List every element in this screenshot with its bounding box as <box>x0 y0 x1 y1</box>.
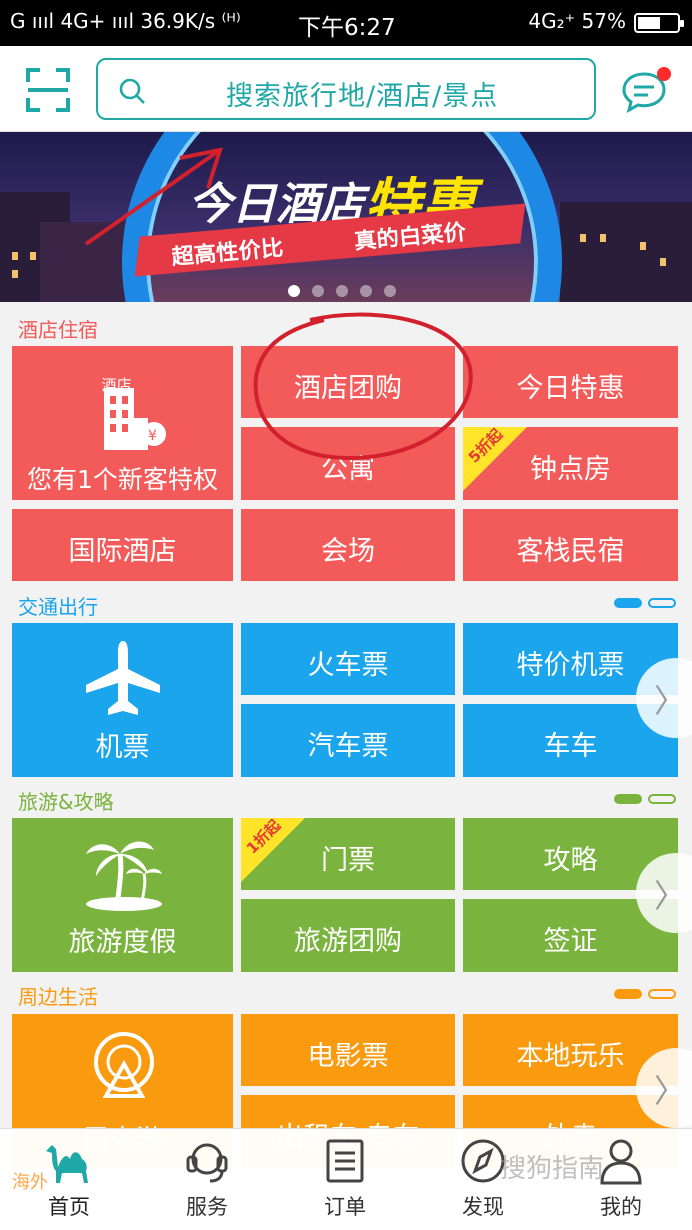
flight-main-label: 机票 <box>95 732 150 763</box>
message-icon[interactable] <box>620 66 672 114</box>
hotel-main-caption: 酒店 <box>101 376 132 394</box>
banner-dot[interactable] <box>288 285 300 297</box>
battery-icon <box>634 13 684 33</box>
banner-dot[interactable] <box>360 285 372 297</box>
banner-dot[interactable] <box>384 285 396 297</box>
hotel-venue-tile[interactable]: 会场 <box>241 509 455 581</box>
search-input[interactable]: 搜索旅行地/酒店/景点 <box>96 58 596 120</box>
section-title-transport: 交通出行 <box>18 595 98 619</box>
banner-pager <box>288 282 408 301</box>
tab-label: 服务 <box>186 1195 228 1219</box>
banner-building-right <box>560 202 692 302</box>
hotel-hourly-room-tile[interactable]: 5折起 钟点房 <box>463 427 678 500</box>
nearby-item-label: 电影票 <box>307 1041 389 1072</box>
network-battery-status: 4G₂⁺ 57% <box>528 9 626 33</box>
ticket-tile[interactable]: 1折起 门票 <box>241 818 455 890</box>
tab-orders[interactable]: 订单 <box>276 1129 414 1230</box>
transport-item-label: 汽车票 <box>307 731 389 762</box>
tab-label: 订单 <box>324 1195 366 1219</box>
search-placeholder: 搜索旅行地/酒店/景点 <box>226 81 499 112</box>
order-icon <box>326 1139 364 1183</box>
section-title-travel: 旅游&攻略 <box>18 790 114 814</box>
transport-item-label: 火车票 <box>307 650 389 681</box>
hotel-main-tile[interactable]: ¥ 酒店 您有1个新客特权 <box>12 346 233 500</box>
banner-dot[interactable] <box>312 285 324 297</box>
tab-label: 首页 <box>48 1195 90 1219</box>
svg-text:¥: ¥ <box>148 428 157 444</box>
tab-service[interactable]: 服务 <box>138 1129 276 1230</box>
vacation-main-tile[interactable]: 旅游度假 <box>12 818 233 972</box>
unread-badge <box>657 67 671 81</box>
hotel-item-label: 今日特惠 <box>516 373 625 404</box>
section-title-hotel: 酒店住宿 <box>18 318 98 342</box>
movie-ticket-tile[interactable]: 电影票 <box>241 1014 455 1086</box>
travel-item-label: 门票 <box>321 845 375 876</box>
tour-group-buy-tile[interactable]: 旅游团购 <box>241 899 455 972</box>
flight-main-tile[interactable]: 机票 <box>12 623 233 777</box>
vacation-main-label: 旅游度假 <box>68 927 177 958</box>
chevron-right-icon: 〉 <box>654 877 687 915</box>
headset-icon <box>186 1143 228 1183</box>
bus-ticket-tile[interactable]: 汽车票 <box>241 704 455 777</box>
banner-dot[interactable] <box>336 285 348 297</box>
airplane-icon <box>86 641 160 715</box>
section-title-overseas: 海外 <box>12 1172 48 1193</box>
tab-label: 我的 <box>600 1195 642 1219</box>
palm-tree-icon <box>86 841 162 911</box>
transport-item-label: 车车 <box>543 731 598 762</box>
signal-status: G ıııl 4G+ ıııl 36.9K/s ⁽ᴴ⁾ <box>10 9 241 33</box>
clock: 下午6:27 <box>298 15 396 41</box>
nearby-pager <box>614 989 678 1001</box>
ferris-wheel-icon <box>94 1032 154 1098</box>
hotel-international-tile[interactable]: 国际酒店 <box>12 509 233 581</box>
section-title-nearby: 周边生活 <box>18 985 98 1009</box>
travel-item-label: 签证 <box>543 926 598 957</box>
hotel-item-label: 酒店团购 <box>294 373 402 404</box>
tab-label: 发现 <box>462 1195 504 1219</box>
hotel-today-deal-tile[interactable]: 今日特惠 <box>463 346 678 418</box>
hotel-item-label: 钟点房 <box>530 454 611 485</box>
hotel-item-label: 公寓 <box>321 454 375 485</box>
travel-pager <box>614 794 678 806</box>
search-icon <box>119 78 145 104</box>
hotel-item-label: 国际酒店 <box>68 536 177 567</box>
train-ticket-tile[interactable]: 火车票 <box>241 623 455 695</box>
annotation-arrow <box>84 147 223 246</box>
watermark: 搜狗指南 <box>500 1154 605 1184</box>
top-bar: 搜索旅行地/酒店/景点 <box>0 46 692 132</box>
hotel-main-label: 您有1个新客特权 <box>27 465 218 494</box>
chevron-right-icon: 〉 <box>654 682 687 720</box>
status-bar: G ıııl 4G+ ıııl 36.9K/s ⁽ᴴ⁾ 下午6:27 4G₂⁺ … <box>0 0 692 46</box>
hotel-item-label: 会场 <box>321 536 375 567</box>
transport-pager <box>614 598 678 610</box>
hotel-item-label: 客栈民宿 <box>516 536 625 567</box>
hotel-apartment-tile[interactable]: 公寓 <box>241 427 455 500</box>
hotel-inn-tile[interactable]: 客栈民宿 <box>463 509 678 581</box>
hotel-group-buy-tile[interactable]: 酒店团购 <box>241 346 455 418</box>
travel-item-label: 旅游团购 <box>294 926 402 957</box>
scan-icon[interactable] <box>26 68 70 112</box>
camel-icon <box>46 1145 88 1183</box>
chevron-right-icon: 〉 <box>654 1072 687 1110</box>
